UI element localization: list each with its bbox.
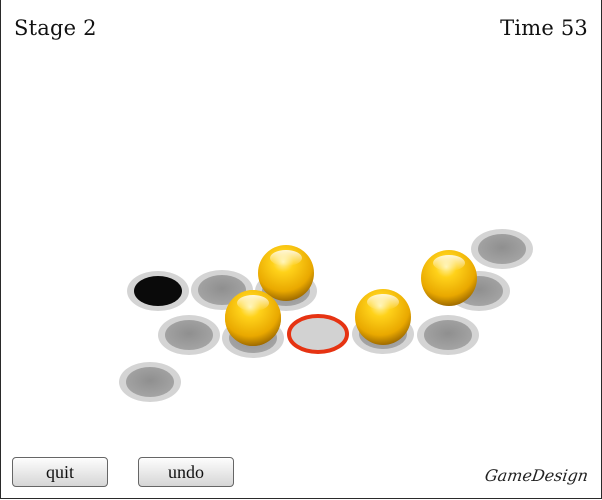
ball[interactable] bbox=[421, 250, 477, 306]
hole-empty[interactable] bbox=[471, 229, 533, 269]
ball[interactable] bbox=[225, 290, 281, 346]
undo-button[interactable]: undo bbox=[138, 457, 234, 487]
gamedesign-logo: GameDesign bbox=[483, 466, 590, 485]
hole-empty[interactable] bbox=[158, 315, 220, 355]
hole-selected[interactable] bbox=[287, 314, 349, 354]
hole-empty[interactable] bbox=[119, 362, 181, 402]
ball[interactable] bbox=[355, 289, 411, 345]
hole-target[interactable] bbox=[127, 271, 189, 311]
holes-layer bbox=[119, 229, 533, 402]
hole-empty[interactable] bbox=[417, 315, 479, 355]
quit-button[interactable]: quit bbox=[12, 457, 108, 487]
game-board bbox=[119, 229, 533, 402]
ball[interactable] bbox=[258, 245, 314, 301]
